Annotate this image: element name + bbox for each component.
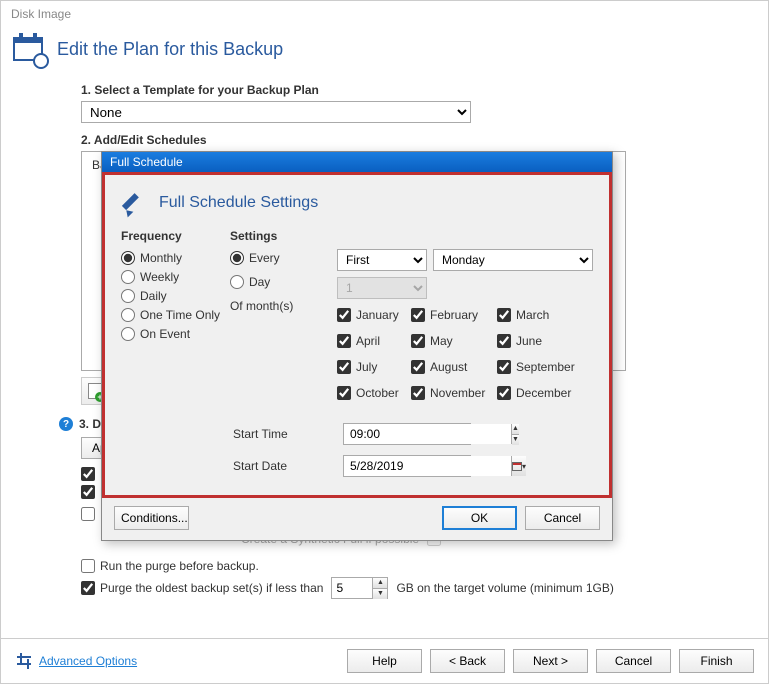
back-button[interactable]: < Back: [430, 649, 505, 673]
of-months-label: Of month(s): [230, 299, 337, 313]
month-apr-label: April: [356, 334, 380, 348]
frequency-monthly-label: Monthly: [140, 251, 182, 265]
weekday-select[interactable]: Monday: [433, 249, 593, 271]
help-button[interactable]: Help: [347, 649, 422, 673]
calendar-clock-icon: [11, 31, 47, 67]
next-button[interactable]: Next >: [513, 649, 588, 673]
purge-gb-spinner[interactable]: ▲▼: [331, 577, 388, 599]
month-mar-checkbox[interactable]: [497, 308, 511, 322]
ordinal-select[interactable]: First: [337, 249, 427, 271]
spin-down-icon[interactable]: ▼: [373, 589, 387, 599]
frequency-daily-radio[interactable]: [121, 289, 135, 303]
run-purge-label: Run the purge before backup.: [100, 559, 259, 573]
sliders-icon: [15, 653, 33, 669]
setting-day-radio[interactable]: [230, 275, 244, 289]
spin-up-icon[interactable]: ▲: [373, 578, 387, 589]
setting-every-label: Every: [249, 251, 280, 265]
month-sep-checkbox[interactable]: [497, 360, 511, 374]
setting-every-radio[interactable]: [230, 251, 244, 265]
purge-oldest-post-label: GB on the target volume (minimum 1GB): [396, 581, 613, 595]
page-header: Edit the Plan for this Backup: [1, 27, 768, 77]
step1-label: 1. Select a Template for your Backup Pla…: [81, 83, 718, 97]
month-feb-label: February: [430, 308, 478, 322]
pencil-icon: [121, 189, 149, 217]
frequency-header: Frequency: [121, 229, 230, 243]
document-plus-icon: [88, 383, 102, 399]
month-dec-checkbox[interactable]: [497, 386, 511, 400]
month-oct-checkbox[interactable]: [337, 386, 351, 400]
month-nov-checkbox[interactable]: [411, 386, 425, 400]
incremental-checkbox[interactable]: [81, 507, 95, 521]
finish-button[interactable]: Finish: [679, 649, 754, 673]
month-nov-label: November: [430, 386, 485, 400]
frequency-onevent-label: On Event: [140, 327, 190, 341]
dialog-heading: Full Schedule Settings: [159, 194, 318, 212]
frequency-daily-label: Daily: [140, 289, 167, 303]
dialog-cancel-button[interactable]: Cancel: [525, 506, 600, 530]
start-time-field[interactable]: [344, 424, 511, 444]
step2-label: 2. Add/Edit Schedules: [81, 133, 718, 147]
window-title: Disk Image: [1, 1, 768, 27]
date-picker-button[interactable]: ▾: [511, 456, 526, 476]
frequency-weekly-label: Weekly: [140, 270, 179, 284]
start-time-input[interactable]: ▲▼: [343, 423, 471, 445]
month-may-label: May: [430, 334, 453, 348]
conditions-button[interactable]: Conditions...: [114, 506, 189, 530]
month-mar-label: March: [516, 308, 549, 322]
ok-button[interactable]: OK: [442, 506, 517, 530]
purge-oldest-checkbox[interactable]: [81, 581, 95, 595]
calendar-icon: [512, 462, 522, 471]
purge-gb-input[interactable]: [332, 578, 372, 598]
month-feb-checkbox[interactable]: [411, 308, 425, 322]
settings-header: Settings: [230, 229, 337, 243]
dialog-title: Full Schedule: [102, 152, 612, 172]
cancel-button[interactable]: Cancel: [596, 649, 671, 673]
template-select[interactable]: None: [81, 101, 471, 123]
run-purge-checkbox[interactable]: [81, 559, 95, 573]
month-apr-checkbox[interactable]: [337, 334, 351, 348]
full-checkbox[interactable]: [81, 467, 95, 481]
month-sep-label: September: [516, 360, 575, 374]
spin-up-icon[interactable]: ▲: [512, 424, 519, 435]
month-aug-label: August: [430, 360, 467, 374]
advanced-options-link[interactable]: Advanced Options: [39, 654, 137, 668]
help-icon[interactable]: ?: [59, 417, 73, 431]
month-jan-label: January: [356, 308, 399, 322]
start-date-field[interactable]: [344, 456, 511, 476]
month-may-checkbox[interactable]: [411, 334, 425, 348]
spin-down-icon[interactable]: ▼: [512, 435, 519, 445]
month-dec-label: December: [516, 386, 571, 400]
start-date-label: Start Date: [233, 459, 343, 473]
wizard-footer: Advanced Options Help < Back Next > Canc…: [1, 638, 768, 683]
differential-checkbox[interactable]: [81, 485, 95, 499]
page-title: Edit the Plan for this Backup: [57, 39, 283, 60]
month-jun-label: June: [516, 334, 542, 348]
start-time-label: Start Time: [233, 427, 343, 441]
frequency-onetime-radio[interactable]: [121, 308, 135, 322]
month-jun-checkbox[interactable]: [497, 334, 511, 348]
month-jul-checkbox[interactable]: [337, 360, 351, 374]
month-aug-checkbox[interactable]: [411, 360, 425, 374]
month-jan-checkbox[interactable]: [337, 308, 351, 322]
start-date-input[interactable]: ▾: [343, 455, 471, 477]
frequency-weekly-radio[interactable]: [121, 270, 135, 284]
frequency-onetime-label: One Time Only: [140, 308, 220, 322]
day-number-select: 1: [337, 277, 427, 299]
setting-day-label: Day: [249, 275, 270, 289]
frequency-onevent-radio[interactable]: [121, 327, 135, 341]
month-oct-label: October: [356, 386, 399, 400]
frequency-monthly-radio[interactable]: [121, 251, 135, 265]
full-schedule-dialog: Full Schedule Full Schedule Settings Fre…: [101, 151, 613, 541]
month-jul-label: July: [356, 360, 377, 374]
purge-oldest-pre-label: Purge the oldest backup set(s) if less t…: [100, 581, 323, 595]
